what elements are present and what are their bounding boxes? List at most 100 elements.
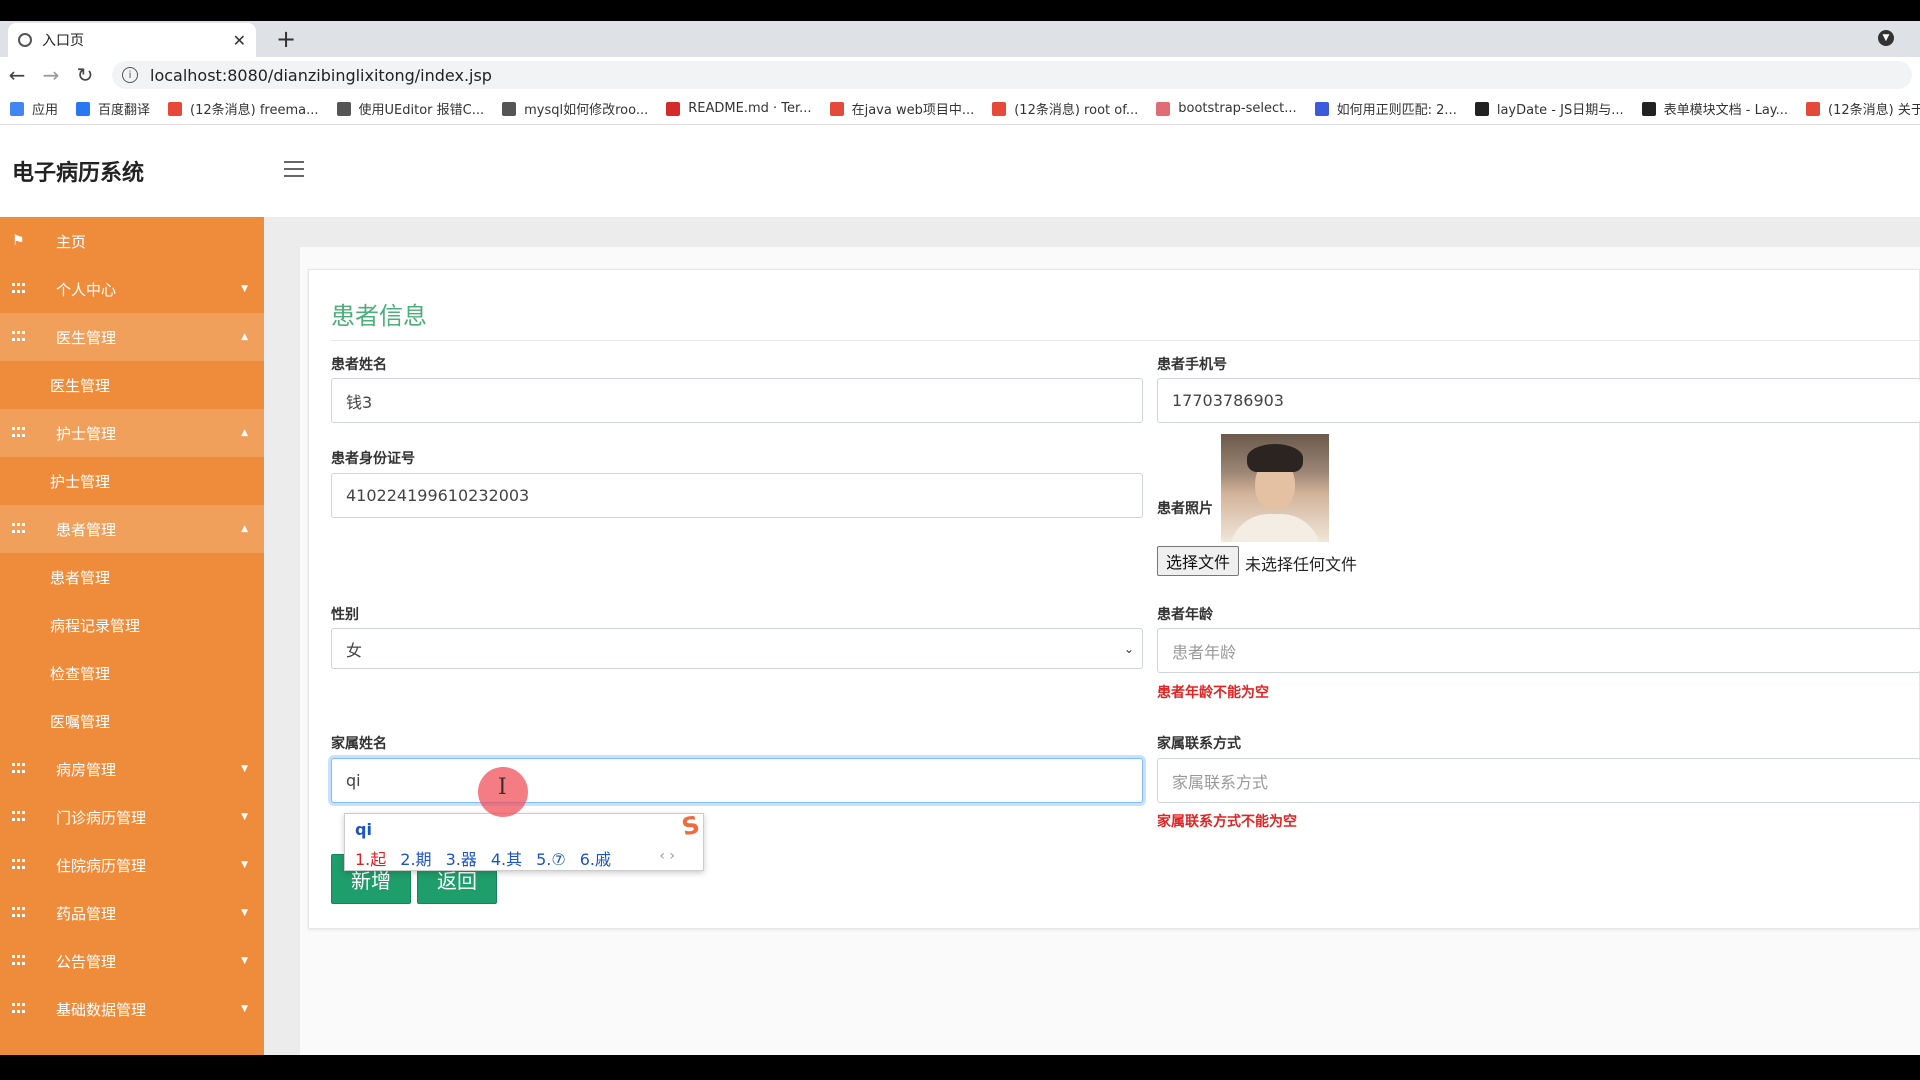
form-title: 患者信息 xyxy=(331,302,427,330)
sidebar-item[interactable]: 病房管理 ▼ xyxy=(0,745,264,793)
family-contact-input[interactable]: 家属联系方式 xyxy=(1157,758,1920,803)
grid-icon xyxy=(12,859,26,871)
bookmark-item[interactable]: 如何用正则匹配: 2... xyxy=(1314,99,1457,118)
sidebar-item[interactable]: 住院病历管理 ▼ xyxy=(0,841,264,889)
bookmark-favicon-icon xyxy=(666,101,681,116)
sidebar-item-label: 医生管理 xyxy=(50,376,111,395)
bookmark-item[interactable]: (12条消息) 关于la xyxy=(1806,99,1920,118)
ime-candidate[interactable]: 6.戚 xyxy=(580,850,611,869)
age-input[interactable]: 患者年龄 xyxy=(1157,628,1920,673)
menu-toggle-icon[interactable] xyxy=(284,161,304,182)
gender-select[interactable]: 女 ⌄ xyxy=(331,628,1143,669)
age-placeholder: 患者年龄 xyxy=(1172,642,1237,662)
app-brand: 电子病历系统 xyxy=(12,161,145,186)
gender-value: 女 xyxy=(346,640,363,660)
bookmark-item[interactable]: 百度翻译 xyxy=(76,99,150,118)
sidebar-item[interactable]: 药品管理 ▼ xyxy=(0,889,264,937)
sidebar-subitem[interactable]: 病程记录管理 xyxy=(0,601,264,649)
address-bar[interactable]: i localhost:8080/dianzibinglixitong/inde… xyxy=(112,61,1912,89)
bookmark-label: 使用UEditor 报错C... xyxy=(358,103,485,118)
patient-id-label: 患者身份证号 xyxy=(331,451,415,467)
bookmark-label: 如何用正则匹配: 2... xyxy=(1336,103,1457,118)
grid-icon xyxy=(12,427,26,439)
sidebar-subitem[interactable]: 医嘱管理 xyxy=(0,697,264,745)
caret-down-icon: ▼ xyxy=(241,908,248,918)
ime-candidate[interactable]: 3.器 xyxy=(446,850,477,869)
ime-pinyin: qi xyxy=(355,820,372,839)
sidebar-item[interactable]: 护士管理 ▲ xyxy=(0,409,264,457)
patient-id-input[interactable]: 410224199610232003 xyxy=(331,473,1143,518)
new-tab-icon[interactable]: + xyxy=(276,25,296,53)
info-icon[interactable]: i xyxy=(122,67,138,83)
sidebar-item[interactable]: 门诊病历管理 ▼ xyxy=(0,793,264,841)
patient-phone-value: 17703786903 xyxy=(1172,391,1284,410)
sidebar-item-label: 医生管理 xyxy=(56,328,117,347)
ime-candidate[interactable]: 5.⑦ xyxy=(536,850,566,869)
reload-icon[interactable]: ↻ xyxy=(68,63,102,87)
ime-candidate-popup: qi 1.起 2.期 3.器 4.其 5.⑦ 6.戚 ‹ › S xyxy=(344,810,704,871)
bookmark-favicon-icon xyxy=(1641,101,1656,116)
family-name-input[interactable]: qi xyxy=(331,758,1143,803)
bookmark-favicon-icon xyxy=(168,101,183,116)
sidebar-item-label: 医嘱管理 xyxy=(50,712,111,731)
bookmark-item[interactable]: 在java web项目中... xyxy=(829,99,974,118)
ime-page-arrows[interactable]: ‹ › xyxy=(659,848,675,864)
bookmark-label: (12条消息) root of... xyxy=(1014,103,1139,118)
bookmark-favicon-icon xyxy=(1314,101,1329,116)
sidebar-item[interactable]: 医生管理 ▲ xyxy=(0,313,264,361)
grid-icon xyxy=(12,955,26,967)
sidebar-item-label: 患者管理 xyxy=(56,520,117,539)
ime-candidate[interactable]: 4.其 xyxy=(491,850,522,869)
ime-logo-icon: S xyxy=(678,810,702,842)
caret-down-icon: ▼ xyxy=(241,1004,248,1014)
sidebar-item-label: 基础数据管理 xyxy=(56,1000,147,1019)
bookmark-favicon-icon xyxy=(76,101,91,116)
sidebar-item-label: 住院病历管理 xyxy=(56,856,147,875)
bookmark-item[interactable]: bootstrap-select... xyxy=(1156,101,1297,116)
sidebar-subitem[interactable]: 检查管理 xyxy=(0,649,264,697)
bookmark-label: 应用 xyxy=(32,103,59,118)
patient-name-input[interactable]: 钱3 xyxy=(331,378,1143,423)
forward-arrow-icon[interactable]: → xyxy=(34,63,68,87)
sidebar-subitem[interactable]: 护士管理 xyxy=(0,457,264,505)
ime-candidate[interactable]: 1.起 xyxy=(355,850,386,869)
bookmark-item[interactable]: mysql如何修改roo... xyxy=(502,99,648,118)
tab-search-icon[interactable]: ▼ xyxy=(1878,30,1894,46)
caret-down-icon: ▼ xyxy=(241,812,248,822)
sidebar: ⚑ 主页 个人中心 ▼ 医生管理 ▲ 医生管理 护士管理 ▲ 护士管理 患者管理 ▲ 患者管理 病程记录管… xyxy=(0,217,264,1055)
file-status-text: 未选择任何文件 xyxy=(1245,555,1358,574)
patient-id-value: 410224199610232003 xyxy=(346,486,530,505)
bookmark-favicon-icon xyxy=(502,101,517,116)
bookmark-item[interactable]: README.md · Ter... xyxy=(666,101,812,116)
sidebar-item[interactable]: 公告管理 ▼ xyxy=(0,937,264,985)
sidebar-item-label: 检查管理 xyxy=(50,664,111,683)
choose-file-button[interactable]: 选择文件 xyxy=(1157,546,1240,576)
app-header: 电子病历系统 xyxy=(0,125,1920,217)
bookmark-item[interactable]: 表单模块文档 - Lay... xyxy=(1641,99,1788,118)
sidebar-subitem[interactable]: 患者管理 xyxy=(0,553,264,601)
bookmark-favicon-icon xyxy=(829,101,844,116)
bookmark-label: 百度翻译 xyxy=(98,103,151,118)
back-arrow-icon[interactable]: ← xyxy=(0,63,34,87)
family-name-value: qi xyxy=(346,771,361,790)
sidebar-item[interactable]: 患者管理 ▲ xyxy=(0,505,264,553)
sidebar-subitem[interactable]: 医生管理 xyxy=(0,361,264,409)
patient-phone-input[interactable]: 17703786903 xyxy=(1157,378,1920,423)
family-contact-error: 家属联系方式不能为空 xyxy=(1157,814,1297,830)
bookmark-item[interactable]: 使用UEditor 报错C... xyxy=(336,99,485,118)
sidebar-item[interactable]: 个人中心 ▼ xyxy=(0,265,264,313)
ime-candidate[interactable]: 2.期 xyxy=(400,850,431,869)
browser-tab[interactable]: 入口页 ✕ xyxy=(8,23,256,57)
bookmark-item[interactable]: (12条消息) root of... xyxy=(992,99,1138,118)
close-tab-icon[interactable]: ✕ xyxy=(233,31,246,50)
sidebar-item[interactable]: 基础数据管理 ▼ xyxy=(0,985,264,1033)
browser-window: 入口页 ✕ + ▼ ← → ↻ i localhost:8080/dianzib… xyxy=(0,21,1920,1055)
bookmark-item[interactable]: (12条消息) freema... xyxy=(168,99,319,118)
bookmark-item[interactable]: layDate - JS日期与... xyxy=(1474,99,1624,118)
grid-icon xyxy=(12,523,26,535)
chevron-down-icon: ⌄ xyxy=(1123,641,1134,656)
sidebar-item-label: 药品管理 xyxy=(56,904,117,923)
patient-name-label: 患者姓名 xyxy=(331,357,387,373)
sidebar-item[interactable]: ⚑ 主页 xyxy=(0,217,264,265)
bookmark-item[interactable]: 应用 xyxy=(10,99,58,118)
